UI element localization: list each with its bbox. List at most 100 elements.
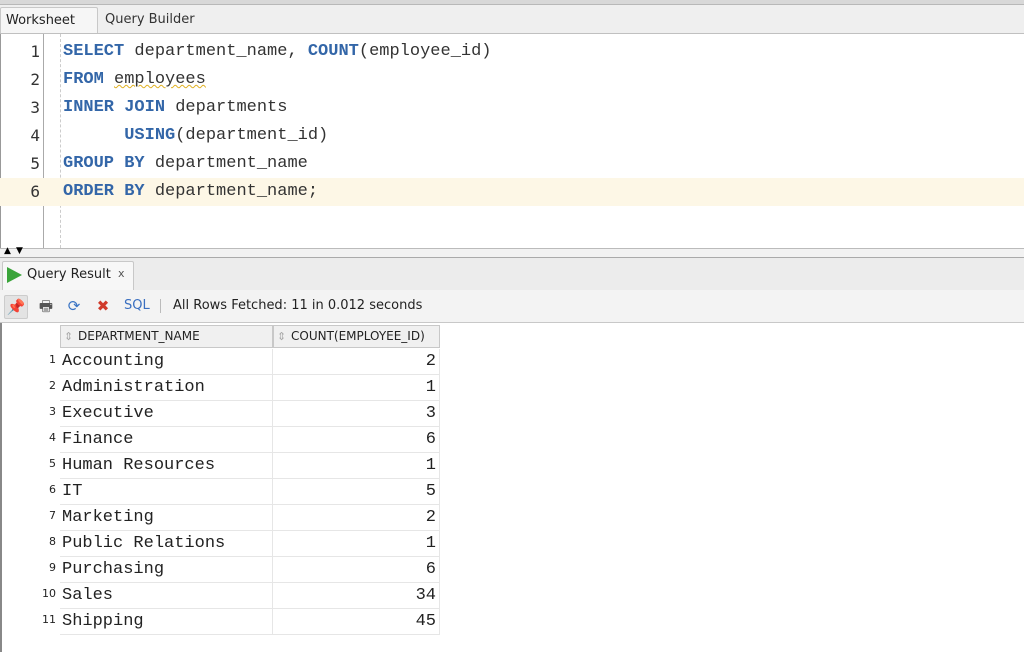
row-number: 11	[42, 613, 56, 626]
run-icon	[7, 267, 22, 283]
cell-department-name[interactable]: Sales	[60, 583, 273, 609]
sql-keyword: COUNT	[307, 42, 359, 61]
cell-count[interactable]: 34	[273, 583, 440, 609]
panel-splitter[interactable]: ▲ ▼	[0, 246, 1024, 258]
row-number: 2	[49, 379, 56, 392]
sql-text: (department_id)	[175, 126, 329, 145]
code-text[interactable]: FROM employees	[63, 66, 206, 94]
column-header-department-name[interactable]: ⇕ DEPARTMENT_NAME	[60, 325, 273, 348]
cell-department-name[interactable]: Public Relations	[60, 531, 273, 557]
code-text[interactable]: GROUP BY department_name	[63, 150, 308, 178]
table-row[interactable]: 7 Marketing 2	[2, 505, 442, 531]
row-number: 6	[49, 483, 56, 496]
tab-worksheet[interactable]: Worksheet	[0, 7, 98, 33]
code-text[interactable]: ORDER BY department_name;	[63, 178, 318, 206]
sql-text: department_name;	[144, 182, 319, 201]
sql-button[interactable]: SQL	[124, 298, 150, 313]
row-number: 8	[49, 535, 56, 548]
collapse-down-icon[interactable]: ▼	[16, 246, 23, 256]
code-line[interactable]: 5 GROUP BY department_name	[0, 150, 1024, 178]
cell-department-name[interactable]: Executive	[60, 401, 273, 427]
cell-department-name[interactable]: Human Resources	[60, 453, 273, 479]
row-number: 1	[49, 353, 56, 366]
cell-count[interactable]: 5	[273, 479, 440, 505]
cell-department-name[interactable]: Administration	[60, 375, 273, 401]
cell-count[interactable]: 6	[273, 427, 440, 453]
row-number: 4	[49, 431, 56, 444]
cell-department-name[interactable]: Accounting	[60, 349, 273, 375]
code-text[interactable]: USING(department_id)	[63, 122, 328, 150]
sql-text: (employee_id)	[358, 42, 492, 61]
print-icon[interactable]: 🖶	[35, 295, 57, 317]
result-tab-bar: Query Result x	[0, 258, 1024, 290]
sql-keyword: FROM	[63, 70, 104, 89]
code-line[interactable]: 2 FROM employees	[0, 66, 1024, 94]
editor-tab-bar: Worksheet Query Builder	[0, 5, 1024, 34]
cell-department-name[interactable]: Finance	[60, 427, 273, 453]
cell-department-name[interactable]: Shipping	[60, 609, 273, 635]
line-number: 2	[30, 70, 40, 89]
table-row[interactable]: 1 Accounting 2	[2, 349, 442, 375]
table-row[interactable]: 10 Sales 34	[2, 583, 442, 609]
cell-count[interactable]: 45	[273, 609, 440, 635]
cell-count[interactable]: 2	[273, 349, 440, 375]
code-line[interactable]: 1 SELECT department_name, COUNT(employee_…	[0, 38, 1024, 66]
code-text[interactable]: SELECT department_name, COUNT(employee_i…	[63, 38, 492, 66]
cell-count[interactable]: 6	[273, 557, 440, 583]
sql-text: employees	[114, 70, 206, 89]
line-number: 4	[30, 126, 40, 145]
column-header-count[interactable]: ⇕ COUNT(EMPLOYEE_ID)	[273, 325, 440, 348]
table-row[interactable]: 3 Executive 3	[2, 401, 442, 427]
sql-editor[interactable]: 1 SELECT department_name, COUNT(employee_…	[0, 34, 1024, 249]
collapse-up-icon[interactable]: ▲	[4, 246, 11, 256]
sort-icon[interactable]: ⇕	[277, 326, 286, 347]
fetch-status: All Rows Fetched: 11 in 0.012 seconds	[173, 298, 423, 313]
cell-count[interactable]: 1	[273, 375, 440, 401]
close-icon[interactable]: x	[118, 265, 125, 283]
row-number: 10	[42, 587, 56, 600]
pin-icon[interactable]: 📌	[4, 295, 28, 319]
tab-query-result[interactable]: Query Result x	[2, 261, 134, 290]
line-number: 6	[30, 182, 40, 201]
column-header-label: COUNT(EMPLOYEE_ID)	[291, 329, 425, 343]
cell-count[interactable]: 3	[273, 401, 440, 427]
table-row[interactable]: 6 IT 5	[2, 479, 442, 505]
cell-count[interactable]: 1	[273, 531, 440, 557]
sort-icon[interactable]: ⇕	[64, 326, 73, 347]
row-number: 5	[49, 457, 56, 470]
sql-keyword: GROUP BY	[63, 154, 145, 173]
row-number: 7	[49, 509, 56, 522]
cell-count[interactable]: 2	[273, 505, 440, 531]
delete-export-icon[interactable]: ✖	[92, 295, 114, 317]
cell-department-name[interactable]: Purchasing	[60, 557, 273, 583]
table-row[interactable]: 8 Public Relations 1	[2, 531, 442, 557]
sql-text: department_name,	[124, 42, 308, 61]
line-number: 3	[30, 98, 40, 117]
table-row[interactable]: 9 Purchasing 6	[2, 557, 442, 583]
query-result-label: Query Result	[27, 267, 111, 282]
table-row[interactable]: 11 Shipping 45	[2, 609, 442, 635]
table-row[interactable]: 2 Administration 1	[2, 375, 442, 401]
cell-department-name[interactable]: IT	[60, 479, 273, 505]
row-number: 9	[49, 561, 56, 574]
sql-text: department_name	[144, 154, 308, 173]
result-grid: ⇕ DEPARTMENT_NAME ⇕ COUNT(EMPLOYEE_ID) 1…	[0, 323, 1024, 652]
table-row[interactable]: 4 Finance 6	[2, 427, 442, 453]
sql-keyword: ORDER BY	[63, 182, 145, 201]
code-line[interactable]: 6 ORDER BY department_name;	[0, 178, 1024, 206]
toolbar-separator	[160, 299, 161, 313]
sql-keyword: SELECT	[63, 42, 125, 61]
cell-count[interactable]: 1	[273, 453, 440, 479]
cell-department-name[interactable]: Marketing	[60, 505, 273, 531]
tab-query-builder[interactable]: Query Builder	[100, 7, 200, 33]
code-line[interactable]: 3 INNER JOIN departments	[0, 94, 1024, 122]
row-number: 3	[49, 405, 56, 418]
code-text[interactable]: INNER JOIN departments	[63, 94, 287, 122]
table-row[interactable]: 5 Human Resources 1	[2, 453, 442, 479]
sql-text: departments	[165, 98, 288, 117]
result-toolbar: 📌 🖶 ⟳ ✖ SQL All Rows Fetched: 11 in 0.01…	[0, 290, 1024, 323]
refresh-icon[interactable]: ⟳	[63, 295, 85, 317]
code-line[interactable]: 4 USING(department_id)	[0, 122, 1024, 150]
